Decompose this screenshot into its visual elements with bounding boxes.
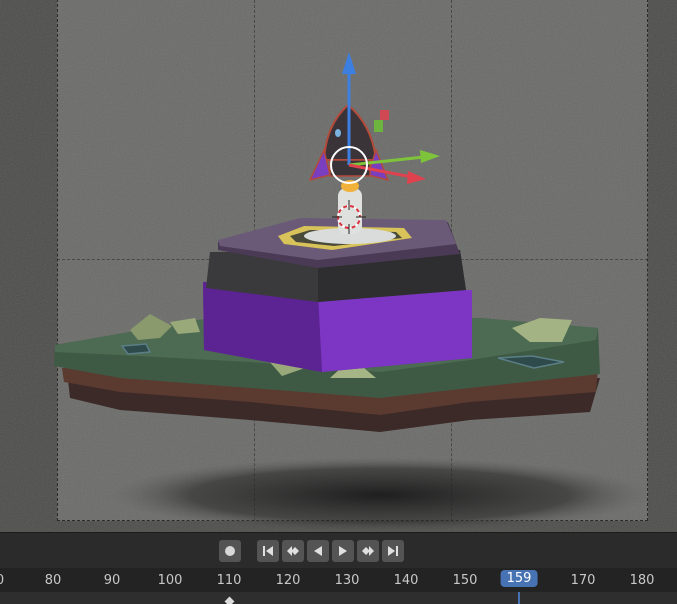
play-reverse-button[interactable] <box>307 540 329 562</box>
play-button[interactable] <box>332 540 354 562</box>
frame-tick: 110 <box>216 573 242 588</box>
record-button[interactable] <box>219 540 241 562</box>
frame-tick: 80 <box>44 573 62 588</box>
jump-to-next-keyframe-button[interactable] <box>357 540 379 562</box>
render-scene[interactable] <box>0 0 677 532</box>
frame-tick: 120 <box>275 573 301 588</box>
xy-plane-handle[interactable] <box>380 110 389 120</box>
frame-ruler[interactable]: 0 80 90 100 110 120 130 140 150 170 180 … <box>0 568 677 592</box>
frame-tick: 130 <box>334 573 360 588</box>
frame-tick: 170 <box>570 573 596 588</box>
jump-to-start-button[interactable] <box>257 540 279 562</box>
jump-to-next-keyframe-icon <box>362 546 374 556</box>
frame-tick: 100 <box>157 573 183 588</box>
timeline-editor[interactable]: 0 80 90 100 110 120 130 140 150 170 180 … <box>0 532 677 604</box>
jump-to-start-icon <box>263 546 273 556</box>
jump-to-prev-keyframe-button[interactable] <box>282 540 304 562</box>
z-axis-arrow[interactable] <box>342 52 356 74</box>
frame-tick: 140 <box>393 573 419 588</box>
y-axis-arrow[interactable] <box>420 150 440 163</box>
frame-tick: 90 <box>103 573 121 588</box>
playback-controls <box>219 539 407 563</box>
record-icon <box>225 546 235 556</box>
play-icon <box>339 546 347 556</box>
keyframe-track[interactable] <box>0 592 677 604</box>
blender-window: 0 80 90 100 110 120 130 140 150 170 180 … <box>0 0 677 604</box>
play-reverse-icon <box>314 546 322 556</box>
x-axis-arrow[interactable] <box>407 171 426 184</box>
jump-to-end-button[interactable] <box>382 540 404 562</box>
jump-to-end-icon <box>388 546 398 556</box>
playhead-line[interactable] <box>518 592 520 604</box>
current-frame-indicator[interactable]: 159 <box>500 570 538 587</box>
frame-tick: 150 <box>452 573 478 588</box>
frame-tick: 0 <box>0 573 4 588</box>
launch-pedestal[interactable] <box>203 218 472 372</box>
frame-tick: 180 <box>629 573 655 588</box>
ground-shadow <box>110 457 650 532</box>
3d-viewport[interactable] <box>0 0 677 532</box>
xz-plane-handle[interactable] <box>374 120 383 132</box>
jump-to-prev-keyframe-icon <box>287 546 299 556</box>
